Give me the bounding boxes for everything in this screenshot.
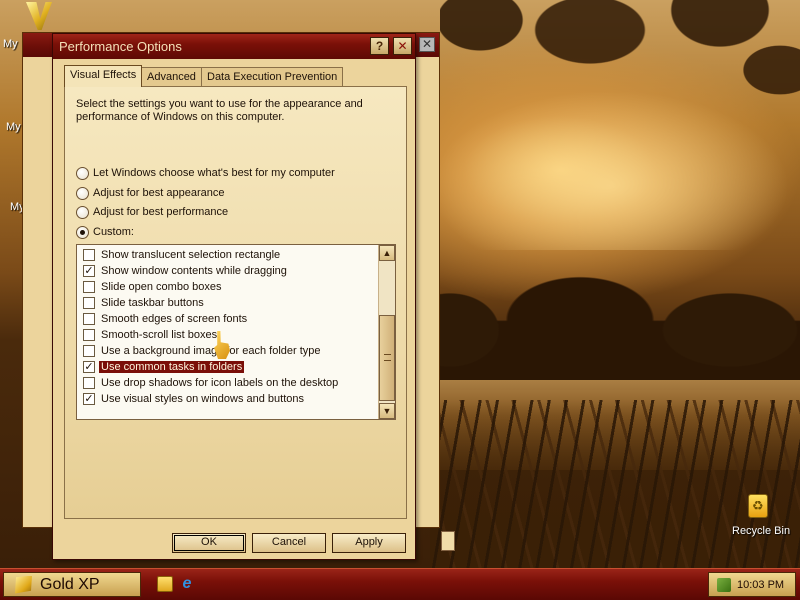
effect-item[interactable]: Slide taskbar buttons xyxy=(77,295,379,311)
recycle-bin-icon[interactable] xyxy=(748,494,768,518)
intro-text: Select the settings you want to use for … xyxy=(76,98,363,123)
radio-let-windows-choose[interactable]: Let Windows choose what's best for my co… xyxy=(76,165,335,181)
effect-checkbox[interactable] xyxy=(83,313,95,325)
quick-launch-folder-icon[interactable] xyxy=(157,576,173,592)
effect-checkbox[interactable]: ✓ xyxy=(83,265,95,277)
ok-button[interactable]: OK xyxy=(172,533,246,553)
effect-label: Use drop shadows for icon labels on the … xyxy=(101,377,339,389)
close-button[interactable]: ✕ xyxy=(393,37,412,55)
system-tray: 10:03 PM xyxy=(708,572,796,597)
taskbar: Gold XP e 10:03 PM xyxy=(0,568,800,600)
scroll-thumb[interactable] xyxy=(379,315,395,401)
network-tray-icon[interactable] xyxy=(717,577,731,592)
performance-options-dialog: Performance Options ? ✕ Visual Effects A… xyxy=(52,33,416,560)
tab-visual-effects[interactable]: Visual Effects xyxy=(64,65,143,87)
desktop-icon-label-my-1[interactable]: My xyxy=(3,38,18,50)
tab-data-execution-prevention[interactable]: Data Execution Prevention xyxy=(201,67,344,86)
effect-checkbox[interactable] xyxy=(83,345,95,357)
radio-button[interactable] xyxy=(76,225,89,239)
effect-label: Use common tasks in folders xyxy=(99,361,245,373)
effect-item[interactable]: Smooth-scroll list boxes xyxy=(77,327,379,343)
effect-item[interactable]: ✓ Show window contents while dragging xyxy=(77,263,379,279)
dialog-titlebar[interactable]: Performance Options ? ✕ xyxy=(53,34,415,59)
background-window-close-icon[interactable]: ✕ xyxy=(419,37,435,52)
radio-label: Adjust for best appearance xyxy=(93,187,225,199)
help-button[interactable]: ? xyxy=(370,37,389,55)
start-label: Gold XP xyxy=(40,575,100,593)
dialog-body: Visual Effects Advanced Data Execution P… xyxy=(56,59,412,557)
effect-item[interactable]: ✓ Use visual styles on windows and butto… xyxy=(77,391,379,407)
effect-checkbox[interactable] xyxy=(83,281,95,293)
effect-item[interactable]: Show translucent selection rectangle xyxy=(77,247,379,263)
effects-scrollbar[interactable]: ▲ ▼ xyxy=(378,245,395,419)
scroll-down-button[interactable]: ▼ xyxy=(379,403,395,419)
radio-button[interactable] xyxy=(76,186,89,200)
cancel-button[interactable]: Cancel xyxy=(252,533,326,553)
apply-button[interactable]: Apply xyxy=(332,533,406,553)
effect-checkbox[interactable] xyxy=(83,249,95,261)
effect-checkbox[interactable] xyxy=(83,377,95,389)
tray-clock[interactable]: 10:03 PM xyxy=(737,579,784,591)
effect-item[interactable]: Use drop shadows for icon labels on the … xyxy=(77,375,379,391)
effects-listbox[interactable]: Show translucent selection rectangle ✓ S… xyxy=(76,244,396,420)
tab-advanced[interactable]: Advanced xyxy=(141,67,202,86)
effect-checkbox[interactable]: ✓ xyxy=(83,393,95,405)
effect-label: Use a background image for each folder t… xyxy=(101,345,321,357)
effect-label: Show window contents while dragging xyxy=(101,265,287,277)
visual-effects-panel: Select the settings you want to use for … xyxy=(64,86,407,519)
radio-label: Adjust for best performance xyxy=(93,206,229,218)
radio-label: Custom: xyxy=(93,226,134,238)
scroll-up-button[interactable]: ▲ xyxy=(379,245,395,261)
radio-custom[interactable]: Custom: xyxy=(76,224,134,240)
radio-best-performance[interactable]: Adjust for best performance xyxy=(76,204,228,220)
wallpaper-treeline xyxy=(410,250,800,390)
start-flag-icon xyxy=(15,575,32,594)
effect-label: Slide taskbar buttons xyxy=(101,297,204,309)
effect-item[interactable]: Slide open combo boxes xyxy=(77,279,379,295)
desktop-icon-label-my-2[interactable]: My xyxy=(6,121,21,133)
effect-label: Use visual styles on windows and buttons xyxy=(101,393,304,405)
effect-label: Show translucent selection rectangle xyxy=(101,249,281,261)
background-window-button[interactable] xyxy=(441,531,455,551)
effect-checkbox[interactable]: ✓ xyxy=(83,361,95,373)
radio-label: Let Windows choose what's best for my co… xyxy=(93,167,335,179)
wallpaper-foliage xyxy=(440,0,800,120)
radio-button[interactable] xyxy=(76,166,89,180)
effect-item[interactable]: ✓ Use common tasks in folders xyxy=(77,359,379,375)
effect-item[interactable]: Smooth edges of screen fonts xyxy=(77,311,379,327)
effect-label: Slide open combo boxes xyxy=(101,281,222,293)
effect-checkbox[interactable] xyxy=(83,329,95,341)
dialog-title: Performance Options xyxy=(59,39,182,54)
gold-logo-desktop-icon[interactable] xyxy=(26,2,52,30)
start-button[interactable]: Gold XP xyxy=(3,572,141,597)
effect-checkbox[interactable] xyxy=(83,297,95,309)
effect-label: Smooth-scroll list boxes xyxy=(101,329,218,341)
radio-button[interactable] xyxy=(76,205,89,219)
wallpaper-reeds xyxy=(430,400,800,568)
radio-best-appearance[interactable]: Adjust for best appearance xyxy=(76,185,224,201)
quick-launch-internet-explorer-icon[interactable]: e xyxy=(179,576,195,592)
recycle-bin-label[interactable]: Recycle Bin xyxy=(732,525,790,537)
effect-label: Smooth edges of screen fonts xyxy=(101,313,248,325)
scroll-grip-icon xyxy=(384,354,391,361)
